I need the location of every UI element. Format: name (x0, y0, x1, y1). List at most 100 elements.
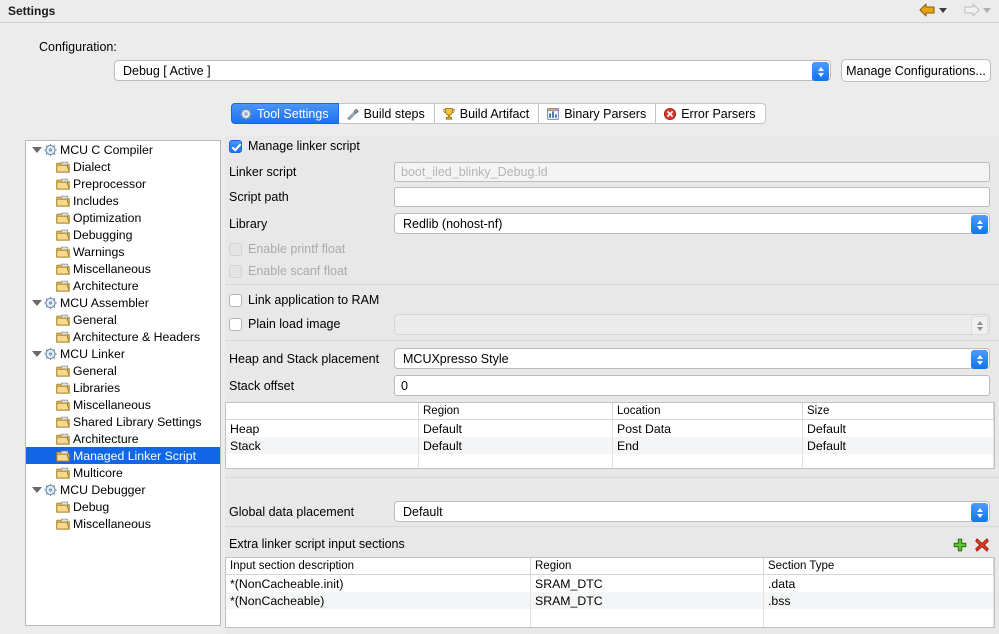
tab-error-parsers[interactable]: Error Parsers (656, 103, 765, 124)
trophy-icon (442, 107, 456, 121)
expand-triangle-down-icon[interactable] (30, 487, 43, 493)
folder-page-icon (56, 381, 71, 395)
add-plus-icon[interactable] (952, 537, 968, 553)
tree-item-miscellaneous[interactable]: Miscellaneous (26, 396, 220, 413)
stack-offset-input[interactable]: 0 (394, 375, 990, 396)
column-header[interactable]: Region (419, 403, 613, 419)
table-cell[interactable]: Default (803, 437, 994, 454)
tree-item-label: Preprocessor (73, 177, 146, 191)
configuration-stepper-icon[interactable] (812, 62, 829, 81)
plain-load-image-stepper-icon (971, 316, 988, 335)
global-data-placement-select[interactable]: Default (394, 501, 990, 522)
column-header[interactable]: Region (531, 558, 764, 574)
folder-page-icon (56, 364, 71, 378)
table-cell[interactable]: Default (419, 437, 613, 454)
column-header[interactable]: Size (803, 403, 994, 419)
link-to-ram-row[interactable]: Link application to RAM (229, 293, 379, 307)
tree-item-multicore[interactable]: Multicore (26, 464, 220, 481)
script-path-input[interactable] (394, 187, 990, 207)
tree-item-architecture[interactable]: Architecture (26, 277, 220, 294)
table-cell[interactable]: End (613, 437, 803, 454)
tree-item-miscellaneous[interactable]: Miscellaneous (26, 260, 220, 277)
tree-item-general[interactable]: General (26, 362, 220, 379)
table-row[interactable]: StackDefaultEndDefault (226, 437, 994, 454)
configuration-select[interactable]: Debug [ Active ] (114, 60, 831, 81)
manage-linker-script-row[interactable]: Manage linker script (229, 139, 360, 153)
tree-item-warnings[interactable]: Warnings (26, 243, 220, 260)
library-stepper-icon[interactable] (971, 215, 988, 234)
navigate-back-group[interactable] (919, 3, 947, 17)
table-cell[interactable]: *(NonCacheable) (226, 592, 531, 609)
expand-triangle-down-icon[interactable] (30, 351, 43, 357)
heap-stack-placement-select[interactable]: MCUXpresso Style (394, 348, 990, 369)
tree-item-mcu-c-compiler[interactable]: MCU C Compiler (26, 141, 220, 158)
table-row[interactable]: *(NonCacheable)SRAM_DTC.bss (226, 592, 994, 609)
table-cell[interactable]: SRAM_DTC (531, 575, 764, 592)
table-cell[interactable]: Stack (226, 437, 419, 454)
tree-item-label: General (73, 313, 117, 327)
tab-binary-parsers[interactable]: Binary Parsers (539, 103, 656, 124)
heap-stack-table[interactable]: RegionLocationSizeHeapDefaultPost DataDe… (225, 402, 995, 469)
tree-item-libraries[interactable]: Libraries (26, 379, 220, 396)
column-header[interactable]: Location (613, 403, 803, 419)
plain-load-image-row[interactable]: Plain load image (229, 317, 340, 331)
expand-triangle-down-icon[interactable] (30, 147, 43, 153)
column-header[interactable] (226, 403, 419, 419)
tree-item-debug[interactable]: Debug (26, 498, 220, 515)
tree-item-optimization[interactable]: Optimization (26, 209, 220, 226)
table-cell[interactable]: .data (764, 575, 994, 592)
tab-build-steps[interactable]: Build steps (339, 103, 435, 124)
tree-item-managed-linker-script[interactable]: Managed Linker Script (26, 447, 220, 464)
tree-item-label: General (73, 364, 117, 378)
column-header[interactable]: Section Type (764, 558, 994, 574)
table-empty-row[interactable] (226, 454, 994, 469)
library-select[interactable]: Redlib (nohost-nf) (394, 213, 990, 234)
table-row[interactable]: *(NonCacheable.init)SRAM_DTC.data (226, 575, 994, 592)
tree-item-mcu-assembler[interactable]: MCU Assembler (26, 294, 220, 311)
tree-item-dialect[interactable]: Dialect (26, 158, 220, 175)
tab-build-artifact[interactable]: Build Artifact (435, 103, 539, 124)
table-cell[interactable]: .bss (764, 592, 994, 609)
settings-category-tree[interactable]: MCU C CompilerDialect PreprocessorInclude… (25, 140, 221, 626)
table-cell[interactable]: Default (419, 420, 613, 437)
tree-item-architecture-headers[interactable]: Architecture & Headers (26, 328, 220, 345)
global-data-placement-stepper-icon[interactable] (971, 503, 988, 522)
manage-configurations-button[interactable]: Manage Configurations... (841, 59, 991, 82)
tab-tool-settings[interactable]: Tool Settings (231, 103, 339, 124)
table-cell[interactable]: Default (803, 420, 994, 437)
enable-scanf-float-checkbox (229, 265, 242, 278)
table-row[interactable]: HeapDefaultPost DataDefault (226, 420, 994, 437)
table-cell[interactable]: Heap (226, 420, 419, 437)
expand-triangle-down-icon[interactable] (30, 300, 43, 306)
manage-linker-script-checkbox[interactable] (229, 140, 242, 153)
extra-sections-table[interactable]: Input section descriptionRegionSection T… (225, 557, 995, 628)
stack-offset-label: Stack offset (229, 379, 294, 393)
plain-load-image-select (394, 314, 990, 335)
linker-script-input[interactable]: boot_iled_blinky_Debug.ld (394, 162, 990, 182)
back-history-chevron-down-icon[interactable] (939, 8, 947, 13)
plain-load-image-checkbox[interactable] (229, 318, 242, 331)
separator-3 (225, 477, 999, 478)
tree-item-mcu-debugger[interactable]: MCU Debugger (26, 481, 220, 498)
tree-item-includes[interactable]: Includes (26, 192, 220, 209)
tree-item-preprocessor[interactable]: Preprocessor (26, 175, 220, 192)
table-cell[interactable]: *(NonCacheable.init) (226, 575, 531, 592)
table-cell-empty (531, 609, 764, 628)
table-empty-row[interactable] (226, 609, 994, 628)
tree-item-shared-library-settings[interactable]: Shared Library Settings (26, 413, 220, 430)
table-cell[interactable]: Post Data (613, 420, 803, 437)
table-cell-empty (226, 454, 419, 469)
table-cell[interactable]: SRAM_DTC (531, 592, 764, 609)
tree-item-mcu-linker[interactable]: MCU Linker (26, 345, 220, 362)
tree-item-label: Miscellaneous (73, 517, 151, 531)
tree-item-miscellaneous[interactable]: Miscellaneous (26, 515, 220, 532)
tree-item-debugging[interactable]: Debugging (26, 226, 220, 243)
linker-script-value: boot_iled_blinky_Debug.ld (395, 165, 548, 179)
heap-stack-placement-stepper-icon[interactable] (971, 350, 988, 369)
column-header[interactable]: Input section description (226, 558, 531, 574)
tree-item-general[interactable]: General (26, 311, 220, 328)
link-to-ram-checkbox[interactable] (229, 294, 242, 307)
tree-item-architecture[interactable]: Architecture (26, 430, 220, 447)
delete-x-icon[interactable] (974, 537, 990, 553)
back-arrow-icon[interactable] (919, 3, 936, 17)
